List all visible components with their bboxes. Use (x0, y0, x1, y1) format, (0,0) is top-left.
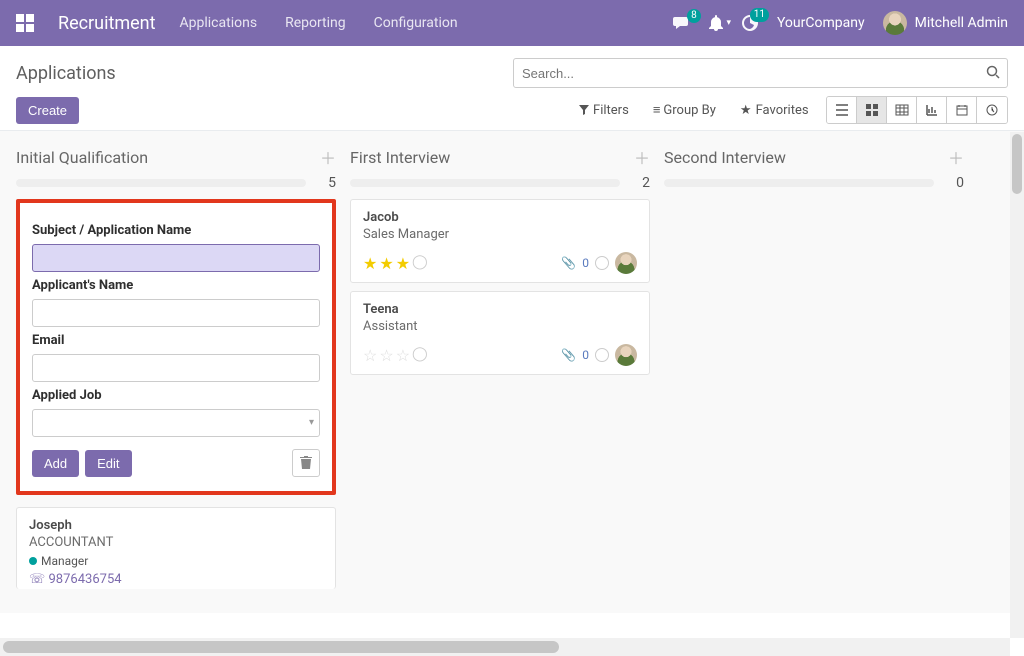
view-calendar-icon[interactable] (947, 97, 977, 123)
view-activity-icon[interactable] (977, 97, 1007, 123)
priority-stars[interactable]: ☆ ☆ ☆ ◯ (363, 346, 428, 365)
applicant-input[interactable] (32, 299, 320, 327)
card-name: Teena (363, 302, 637, 317)
record-card[interactable]: Teena Assistant ☆ ☆ ☆ ◯ 📎 0 (350, 291, 650, 375)
column-count: 5 (316, 175, 336, 191)
favorites-button[interactable]: ★ Favorites (740, 102, 809, 118)
column-progress-bar[interactable] (350, 179, 620, 187)
edit-button[interactable]: Edit (85, 450, 131, 477)
nav-right: 8 ▾ 11 YourCompany Mitchell Admin (673, 11, 1008, 35)
phone-icon: ☏ (29, 572, 45, 587)
nav-reporting[interactable]: Reporting (285, 15, 346, 31)
activities-badge: 11 (750, 8, 769, 22)
view-grid-icon[interactable] (887, 97, 917, 123)
applicant-label: Applicant's Name (32, 278, 320, 293)
star-outline-icon: ☆ (363, 346, 377, 365)
star-outline-icon: ☆ (379, 346, 393, 365)
card-name: Jacob (363, 210, 637, 225)
email-label: Email (32, 333, 320, 348)
add-button[interactable]: Add (32, 450, 79, 477)
trash-icon[interactable] (292, 449, 320, 477)
record-card-joseph[interactable]: Joseph ACCOUNTANT Manager ☏ 9876436754 (16, 507, 336, 589)
search-input[interactable] (513, 58, 1008, 88)
company-switcher[interactable]: YourCompany (777, 15, 865, 31)
assignee-avatar[interactable] (615, 252, 637, 274)
page-title: Applications (16, 63, 116, 84)
tag-dot-icon (29, 557, 37, 565)
attachment-count: 0 (582, 348, 589, 362)
record-card[interactable]: Jacob Sales Manager ★ ★ ★ ◯ 📎 0 (350, 199, 650, 283)
card-phone[interactable]: 9876436754 (49, 572, 122, 587)
user-menu[interactable]: Mitchell Admin (883, 11, 1008, 35)
star-outline-icon: ◯ (412, 346, 428, 365)
star-icon: ★ (363, 254, 377, 273)
kanban-column-second-interview: Second Interview ＋ 0 (664, 141, 964, 613)
search-icon[interactable] (986, 65, 1000, 79)
activities-icon[interactable]: 11 (741, 14, 759, 32)
messages-icon[interactable]: 8 (673, 15, 691, 31)
list-icon: ≡ (653, 102, 660, 118)
subject-input[interactable] (32, 244, 320, 272)
column-quick-add-icon[interactable]: ＋ (634, 145, 650, 169)
view-kanban-icon[interactable] (857, 97, 887, 123)
column-title[interactable]: First Interview (350, 148, 450, 167)
job-label: Applied Job (32, 388, 320, 403)
column-quick-add-icon[interactable]: ＋ (320, 145, 336, 169)
brand-title[interactable]: Recruitment (58, 13, 156, 34)
card-tag: Manager (41, 554, 88, 568)
star-outline-icon: ◯ (412, 254, 428, 273)
card-subtitle: ACCOUNTANT (29, 535, 323, 550)
email-input[interactable] (32, 354, 320, 382)
attachment-icon[interactable]: 📎 (561, 348, 576, 362)
star-icon: ★ (740, 103, 752, 118)
chevron-down-icon[interactable]: ▾ (309, 417, 314, 428)
create-button[interactable]: Create (16, 97, 79, 124)
column-title[interactable]: Second Interview (664, 148, 786, 167)
priority-stars[interactable]: ★ ★ ★ ◯ (363, 254, 428, 273)
horizontal-scrollbar[interactable] (0, 638, 1010, 656)
attachment-icon[interactable]: 📎 (561, 256, 576, 270)
column-quick-add-icon[interactable]: ＋ (948, 145, 964, 169)
card-subtitle: Sales Manager (363, 227, 637, 242)
apps-icon[interactable] (16, 14, 34, 32)
applied-job-input[interactable] (32, 409, 320, 437)
notifications-icon[interactable]: ▾ (709, 15, 723, 31)
column-progress-bar[interactable] (16, 179, 306, 187)
kanban-column-first-interview: First Interview ＋ 2 Jacob Sales Manager … (350, 141, 650, 613)
star-icon: ★ (379, 254, 393, 273)
card-subtitle: Assistant (363, 319, 637, 334)
filters-button[interactable]: Filters (579, 102, 629, 118)
subject-label: Subject / Application Name (32, 223, 320, 238)
vertical-scrollbar[interactable] (1010, 132, 1024, 638)
star-outline-icon: ☆ (396, 346, 410, 365)
column-progress-bar[interactable] (664, 179, 934, 187)
nav-configuration[interactable]: Configuration (374, 15, 458, 31)
column-title[interactable]: Initial Qualification (16, 148, 148, 167)
view-list-icon[interactable] (827, 97, 857, 123)
column-count: 2 (630, 175, 650, 191)
funnel-icon (579, 105, 589, 115)
kanban-column-initial: Initial Qualification ＋ 5 Subject / Appl… (16, 141, 336, 613)
quick-create-card: Subject / Application Name Applicant's N… (16, 199, 336, 495)
avatar-icon (883, 11, 907, 35)
groupby-button[interactable]: ≡ Group By (653, 102, 716, 118)
star-icon: ★ (396, 254, 410, 273)
view-switcher (826, 96, 1008, 124)
nav-applications[interactable]: Applications (180, 15, 258, 31)
column-count: 0 (944, 175, 964, 191)
state-dot-icon[interactable] (595, 256, 609, 270)
user-name: Mitchell Admin (915, 15, 1008, 31)
messages-badge: 8 (687, 9, 701, 23)
nav-links: Applications Reporting Configuration (180, 15, 458, 31)
attachment-count: 0 (582, 256, 589, 270)
search-box (513, 58, 1008, 88)
state-dot-icon[interactable] (595, 348, 609, 362)
kanban-board: Initial Qualification ＋ 5 Subject / Appl… (0, 131, 1024, 613)
control-panel: Applications Create Filters ≡ Group By ★ (0, 46, 1024, 131)
view-graph-icon[interactable] (917, 97, 947, 123)
top-nav: Recruitment Applications Reporting Confi… (0, 0, 1024, 46)
assignee-avatar[interactable] (615, 344, 637, 366)
card-name: Joseph (29, 518, 323, 533)
